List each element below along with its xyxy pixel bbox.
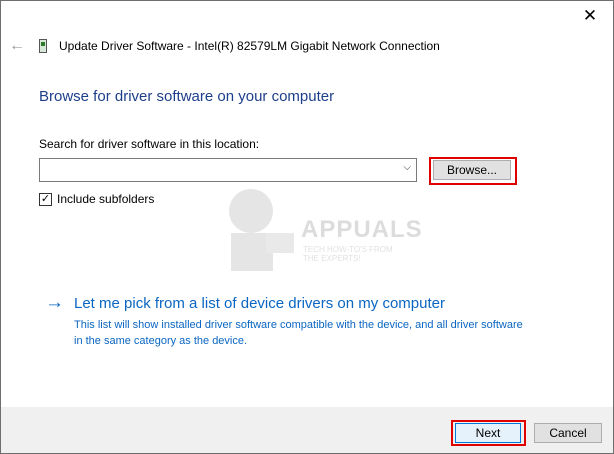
- search-location-combobox[interactable]: ⌵: [39, 158, 417, 182]
- include-subfolders-label[interactable]: Include subfolders: [57, 192, 154, 206]
- chevron-down-icon[interactable]: ⌵: [403, 162, 411, 173]
- dialog-title: Update Driver Software - Intel(R) 82579L…: [59, 39, 440, 53]
- back-arrow-icon[interactable]: ←: [9, 37, 25, 55]
- arrow-right-icon[interactable]: →: [45, 292, 64, 314]
- network-adapter-icon: [39, 39, 47, 53]
- update-driver-dialog: ✕ ← Update Driver Software - Intel(R) 82…: [0, 0, 614, 454]
- next-button[interactable]: Next: [455, 423, 521, 443]
- pick-from-list-description[interactable]: This list will show installed driver sof…: [74, 317, 534, 349]
- pick-from-list-link[interactable]: Let me pick from a list of device driver…: [74, 295, 445, 312]
- watermark-tagline: TECH HOW-TO'S FROM THE EXPERTS!: [303, 245, 393, 263]
- browse-button[interactable]: Browse...: [433, 160, 511, 180]
- dialog-footer: Next Cancel: [1, 407, 613, 453]
- search-location-label: Search for driver software in this locat…: [39, 137, 260, 151]
- dialog-content: Browse for driver software on your compu…: [1, 63, 613, 407]
- cancel-button[interactable]: Cancel: [534, 423, 602, 443]
- close-icon[interactable]: ✕: [567, 1, 613, 31]
- navigation-bar: ← Update Driver Software - Intel(R) 8257…: [1, 31, 613, 63]
- watermark-brand: APPUALS: [301, 216, 423, 243]
- watermark-logo: APPUALS TECH HOW-TO'S FROM THE EXPERTS!: [206, 183, 422, 273]
- title-bar: ✕: [1, 1, 613, 31]
- mascot-icon: [229, 189, 294, 271]
- include-subfolders-checkbox[interactable]: ✓: [39, 193, 52, 206]
- page-heading: Browse for driver software on your compu…: [39, 88, 335, 105]
